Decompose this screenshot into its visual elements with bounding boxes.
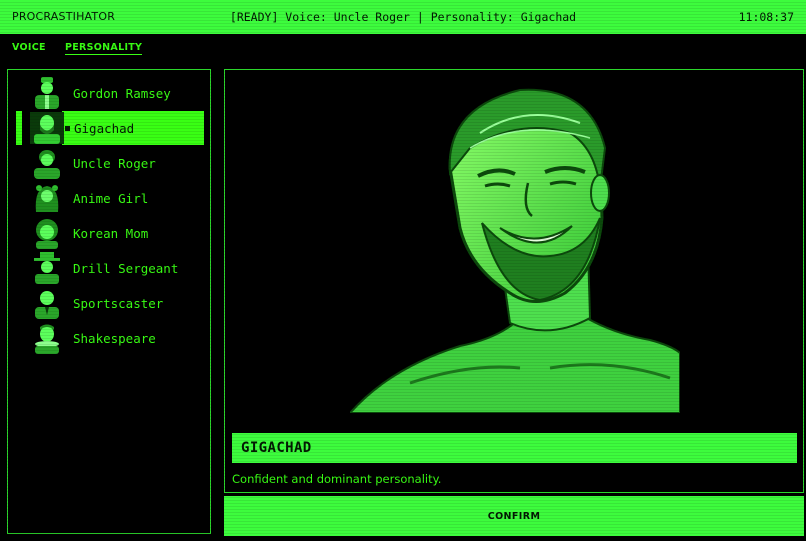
list-item-label: Gordon Ramsey	[73, 86, 171, 101]
personality-description: Confident and dominant personality.	[232, 472, 442, 486]
list-item-uncle-roger[interactable]: Uncle Roger	[16, 146, 204, 180]
shakespeare-portrait-icon	[35, 324, 59, 354]
list-item-shakespeare[interactable]: Shakespeare	[16, 321, 204, 355]
list-item-label: Anime Girl	[73, 191, 149, 206]
list-item-sportscaster[interactable]: Sportscaster	[16, 286, 204, 320]
status-text: [READY] Voice: Uncle Roger | Personality…	[229, 10, 577, 24]
drill-sergeant-portrait-icon	[34, 252, 60, 284]
list-item-label: Drill Sergeant	[73, 261, 179, 276]
personality-name: GIGACHAD	[241, 440, 312, 456]
korean-mom-portrait-icon	[36, 219, 58, 249]
clock: 11:08:37	[738, 10, 794, 24]
list-item-label: Gigachad	[74, 121, 135, 136]
list-item-korean-mom[interactable]: Korean Mom	[16, 216, 204, 250]
gigachad-portrait-image	[350, 88, 680, 413]
personality-list: Gordon Ramsey Gigachad Uncle Roger Anime…	[7, 69, 211, 534]
status-bar: PROCRASTIHATOR [READY] Voice: Uncle Roge…	[0, 0, 806, 34]
list-item-label: Shakespeare	[73, 331, 156, 346]
list-item-label: Korean Mom	[73, 226, 149, 241]
uncle-roger-portrait-icon	[34, 150, 60, 179]
list-item-label: Sportscaster	[73, 296, 164, 311]
list-item-gordon-ramsey[interactable]: Gordon Ramsey	[16, 76, 204, 110]
list-item-anime-girl[interactable]: Anime Girl	[16, 181, 204, 215]
personality-detail-panel: GIGACHAD Confident and dominant personal…	[224, 69, 804, 493]
personality-name-bar: GIGACHAD	[232, 433, 797, 463]
tab-voice[interactable]: VOICE	[12, 42, 46, 53]
selection-indicator	[16, 111, 22, 145]
gigachad-portrait-icon	[30, 112, 64, 144]
tab-bar: VOICE PERSONALITY	[0, 34, 806, 60]
sportscaster-portrait-icon	[35, 291, 59, 319]
confirm-button[interactable]: CONFIRM	[224, 496, 804, 536]
chef-portrait-icon	[35, 77, 59, 109]
tab-personality[interactable]: PERSONALITY	[65, 42, 143, 55]
selected-bullet	[65, 126, 70, 131]
anime-girl-portrait-icon	[35, 185, 59, 212]
list-item-drill-sergeant[interactable]: Drill Sergeant	[16, 251, 204, 285]
list-item-label: Uncle Roger	[73, 156, 156, 171]
list-item-gigachad[interactable]: Gigachad	[16, 111, 204, 145]
